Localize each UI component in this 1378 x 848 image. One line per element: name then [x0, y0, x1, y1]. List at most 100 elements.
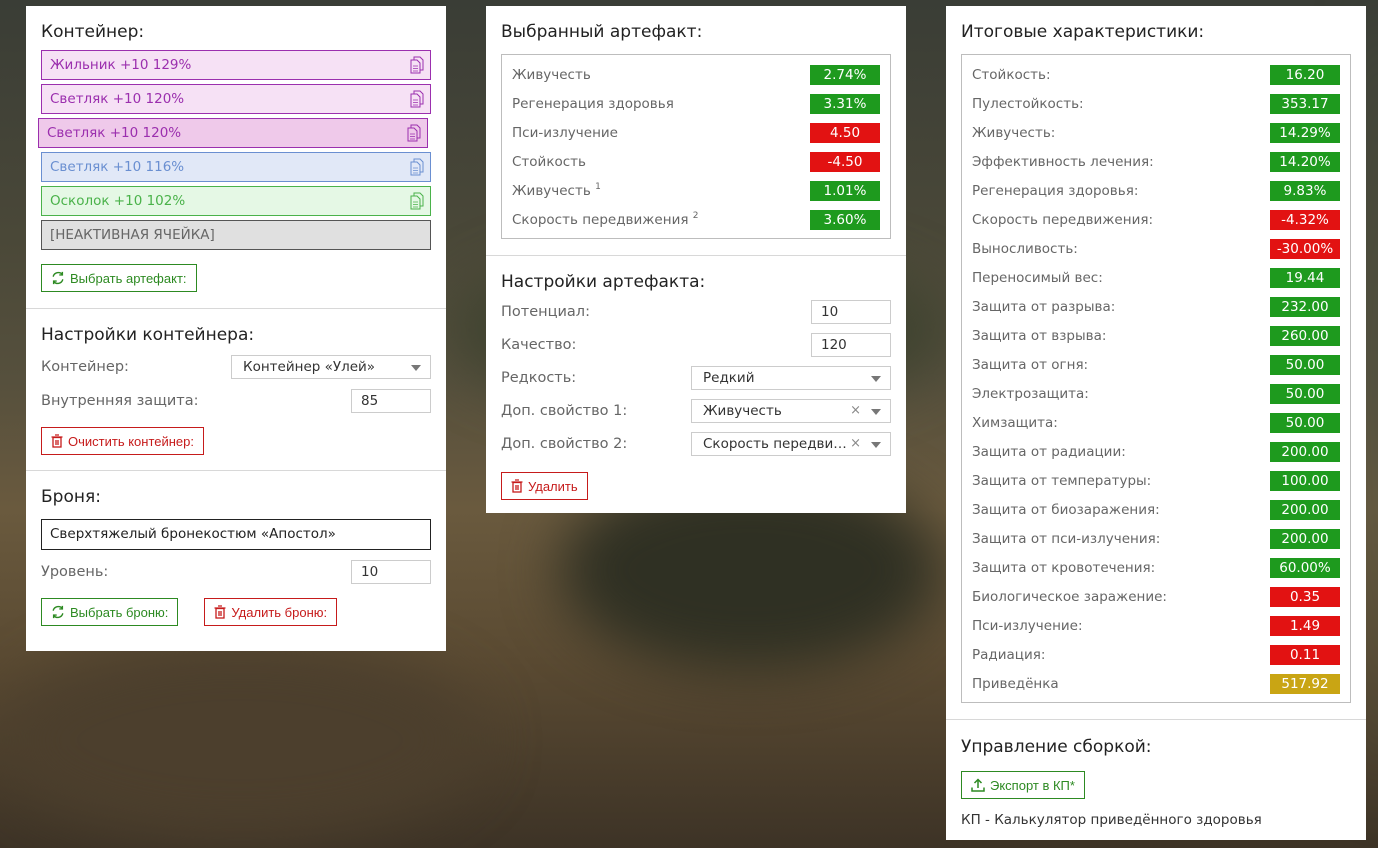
stat-value: 50.00 [1270, 412, 1340, 433]
stat-row: Стойкость -4.50 [512, 147, 880, 176]
prop2-label: Доп. свойство 2: [501, 436, 628, 452]
stat-label: Защита от пси-излучения: [972, 531, 1160, 547]
quality-input[interactable]: 120 [811, 333, 891, 357]
stat-value: -4.32% [1270, 209, 1340, 230]
rarity-row: Редкость: Редкий [501, 366, 891, 390]
copy-icon[interactable] [410, 56, 424, 74]
container-slot-label: Светляк +10 120% [47, 125, 182, 141]
container-slot[interactable]: [НЕАКТИВНАЯ ЯЧЕЙКА] [41, 220, 431, 250]
stat-label: Защита от кровотечения: [972, 560, 1155, 576]
stat-label: Выносливость: [972, 241, 1078, 257]
stat-label: Скорость передвижения 2 [512, 211, 699, 228]
stat-value: 4.50 [810, 122, 880, 143]
container-select[interactable]: Контейнер «Улей» [231, 355, 431, 379]
stat-label-text: Защита от разрыва: [972, 298, 1116, 315]
stat-value: 3.60% [810, 209, 880, 230]
container-slot[interactable]: Светляк +10 120% [38, 118, 428, 148]
stat-value: 3.31% [810, 93, 880, 114]
stat-value: 1.01% [810, 180, 880, 201]
stat-label-text: Регенерация здоровья: [972, 182, 1139, 199]
stat-label: Живучесть 1 [512, 182, 601, 199]
stat-label-text: Скорость передвижения [512, 212, 689, 228]
stat-row: Защита от пси-излучения: 200.00 [972, 524, 1340, 553]
stat-label: Пулестойкость: [972, 96, 1084, 112]
prop2-select[interactable]: Скорость передви… × [691, 432, 891, 456]
select-artifact-button[interactable]: Выбрать артефакт: [41, 264, 197, 292]
export-label: Экспорт в КП* [990, 777, 1075, 793]
armor-name-field[interactable]: Сверхтяжелый бронекостюм «Апостол» [41, 519, 431, 550]
stat-label: Защита от температуры: [972, 473, 1151, 489]
stat-row: Защита от радиации: 200.00 [972, 437, 1340, 466]
select-armor-button[interactable]: Выбрать броню: [41, 598, 179, 626]
rarity-select-value: Редкий [703, 370, 755, 386]
container-slot-label: Жильник +10 129% [50, 57, 192, 73]
prop1-select[interactable]: Живучесть × [691, 399, 891, 423]
clear-container-label: Очистить контейнер: [68, 433, 194, 449]
stat-value: 60.00% [1270, 557, 1340, 578]
container-row: Контейнер: Контейнер «Улей» [41, 355, 431, 379]
stat-label: Пси-излучение [512, 125, 618, 141]
summary-title: Итоговые характеристики: [961, 22, 1205, 42]
footnote-marker: 1 [595, 182, 601, 192]
stat-label-text: Защита от радиации: [972, 443, 1126, 460]
right-panel: Итоговые характеристики: Стойкость: 16.20… [946, 6, 1366, 840]
stat-value: 50.00 [1270, 354, 1340, 375]
container-settings-section: Настройки контейнера: Контейнер: Контейн… [26, 309, 446, 470]
selected-artifact-stats: Живучесть 2.74% Регенерация здоровья 3.31% П… [501, 54, 891, 239]
stat-label-text: Химзащита: [972, 414, 1058, 431]
footnote-text: КП - Калькулятор приведённого здоровья [961, 812, 1262, 828]
copy-icon[interactable] [407, 124, 421, 142]
stat-value: 19.44 [1270, 267, 1340, 288]
select-armor-label: Выбрать броню: [70, 604, 169, 620]
container-slots: Жильник +10 129% Светляк +10 120% Светляк … [38, 50, 431, 250]
stat-value: 100.00 [1270, 470, 1340, 491]
stat-value: 50.00 [1270, 383, 1340, 404]
stat-row: Защита от взрыва: 260.00 [972, 321, 1340, 350]
stat-label-text: Регенерация здоровья [512, 95, 674, 112]
prop2-select-value: Скорость передви… [703, 436, 847, 452]
armor-level-input[interactable]: 10 [351, 560, 431, 584]
copy-icon[interactable] [410, 192, 424, 210]
stat-label-text: Пси-излучение [512, 124, 618, 141]
refresh-icon [52, 605, 64, 619]
stat-row: Радиация: 0.11 [972, 640, 1340, 669]
delete-armor-button[interactable]: Удалить броню: [204, 598, 338, 626]
stat-row: Защита от разрыва: 232.00 [972, 292, 1340, 321]
select-artifact-label: Выбрать артефакт: [70, 270, 187, 286]
clear-icon[interactable]: × [850, 400, 861, 422]
stat-label: Скорость передвижения: [972, 212, 1153, 228]
stat-label-text: Переносимый вес: [972, 269, 1103, 286]
container-title: Контейнер: [41, 22, 145, 42]
copy-icon[interactable] [410, 90, 424, 108]
stat-value: 260.00 [1270, 325, 1340, 346]
clear-container-button[interactable]: Очистить контейнер: [41, 427, 204, 455]
rarity-label: Редкость: [501, 370, 577, 386]
stat-label: Переносимый вес: [972, 270, 1103, 286]
stat-row: Защита от биозаражения: 200.00 [972, 495, 1340, 524]
container-slot[interactable]: Светляк +10 116% [41, 152, 431, 182]
rarity-select[interactable]: Редкий [691, 366, 891, 390]
stat-value: 0.11 [1270, 644, 1340, 665]
container-slot[interactable]: Жильник +10 129% [41, 50, 431, 80]
stat-label-text: Выносливость: [972, 240, 1078, 257]
stat-label: Электрозащита: [972, 386, 1089, 402]
stat-label-text: Живучесть [512, 183, 591, 199]
protection-input[interactable]: 85 [351, 389, 431, 413]
container-select-value: Контейнер «Улей» [243, 359, 376, 375]
stat-value: 232.00 [1270, 296, 1340, 317]
clear-icon[interactable]: × [850, 433, 861, 455]
container-section: Контейнер: Жильник +10 129% Светляк +10 1… [26, 6, 446, 308]
potential-input[interactable]: 10 [811, 300, 891, 324]
build-title: Управление сборкой: [961, 737, 1152, 757]
stat-row: Приведёнка 517.92 [972, 669, 1340, 698]
container-slot-label: Светляк +10 120% [50, 91, 185, 107]
prop1-label: Доп. свойство 1: [501, 403, 628, 419]
container-slot[interactable]: Осколок +10 102% [41, 186, 431, 216]
container-slot[interactable]: Светляк +10 120% [41, 84, 431, 114]
copy-icon[interactable] [410, 158, 424, 176]
potential-row: Потенциал: 10 [501, 300, 891, 324]
delete-artifact-button[interactable]: Удалить [501, 472, 588, 500]
stat-label: Биологическое заражение: [972, 589, 1167, 605]
export-button[interactable]: Экспорт в КП* [961, 771, 1085, 799]
stat-row: Химзащита: 50.00 [972, 408, 1340, 437]
